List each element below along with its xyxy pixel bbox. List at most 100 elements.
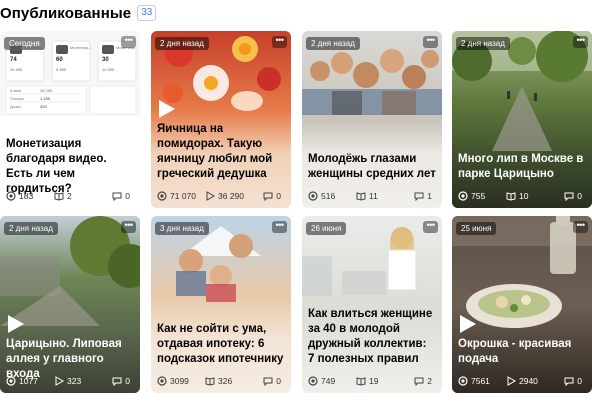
more-menu-button[interactable]: ••• bbox=[121, 36, 136, 48]
book-icon bbox=[506, 192, 516, 201]
book-icon bbox=[205, 377, 215, 386]
eye-icon bbox=[308, 191, 318, 201]
card-title[interactable]: Как не сойти с ума, отдавая ипотеку: 6 п… bbox=[157, 322, 285, 367]
card-title[interactable]: Как влиться женщине за 40 в молодой друж… bbox=[308, 307, 436, 367]
date-badge: 25 июня bbox=[456, 222, 497, 235]
card-title[interactable]: Много лип в Москве в парке Царицыно bbox=[458, 152, 586, 182]
article-card[interactable]: 3 дня назад ••• Как не сойти с ума, отда… bbox=[151, 216, 291, 393]
reads-count: 326 bbox=[218, 376, 233, 386]
comments-count: 2 bbox=[427, 376, 432, 386]
comment-icon bbox=[414, 377, 424, 386]
comments-count: 0 bbox=[276, 191, 281, 201]
card-stats: 516 11 1 bbox=[308, 189, 438, 203]
article-card[interactable]: 2 дня назад ••• Царицыно. Липовая аллея … bbox=[0, 216, 140, 393]
date-badge: Сегодня bbox=[4, 37, 45, 50]
card-stats: 1077 323 0 bbox=[6, 374, 136, 388]
article-card[interactable]: 25 июня ••• Окрошка - красивая подача 75… bbox=[452, 216, 592, 393]
reads-count: 19 bbox=[369, 376, 379, 386]
page-title: Опубликованные bbox=[0, 4, 132, 22]
next-row-peek bbox=[0, 397, 592, 402]
comments-count: 0 bbox=[577, 376, 582, 386]
comment-icon bbox=[564, 192, 574, 201]
date-badge: 2 дня назад bbox=[306, 37, 360, 50]
play-icon bbox=[8, 315, 24, 333]
reads-count: 2 bbox=[67, 191, 72, 201]
thumb-col-label: Монетиза... bbox=[70, 45, 92, 50]
card-stats: 183 2 0 bbox=[6, 189, 136, 203]
section-header: Опубликованные 33 bbox=[0, 3, 157, 23]
comment-icon bbox=[414, 192, 424, 201]
card-stats: 749 19 2 bbox=[308, 374, 438, 388]
comments-count: 0 bbox=[125, 376, 130, 386]
play-small-icon bbox=[206, 191, 215, 201]
date-badge: 2 дня назад bbox=[4, 222, 58, 235]
reads-count: 323 bbox=[67, 376, 82, 386]
more-menu-button[interactable]: ••• bbox=[573, 221, 588, 233]
article-card[interactable]: 2 дня назад ••• Яичница на помидорах. Та… bbox=[151, 31, 291, 208]
card-title[interactable]: Яичница на помидорах. Такую яичницу люби… bbox=[157, 122, 285, 182]
thumb-row-value: 1 190 bbox=[40, 96, 51, 101]
views-count: 3099 bbox=[170, 376, 189, 386]
date-badge: 2 дня назад bbox=[456, 37, 510, 50]
comment-icon bbox=[263, 377, 273, 386]
date-badge: 2 дня назад bbox=[155, 37, 209, 50]
comments-count: 0 bbox=[577, 191, 582, 201]
comment-icon bbox=[112, 192, 122, 201]
thumb-col-sub: 10 300 bbox=[102, 67, 115, 72]
thumb-row-value: 38 085 bbox=[40, 88, 53, 93]
more-menu-button[interactable]: ••• bbox=[423, 36, 438, 48]
eye-icon bbox=[308, 376, 318, 386]
more-menu-button[interactable]: ••• bbox=[573, 36, 588, 48]
eye-icon bbox=[157, 191, 167, 201]
views-count: 516 bbox=[321, 191, 336, 201]
book-icon bbox=[356, 377, 366, 386]
thumb-row-value: 420 bbox=[40, 104, 47, 109]
play-icon bbox=[159, 100, 175, 118]
comments-count: 0 bbox=[276, 376, 281, 386]
date-badge: 26 июня bbox=[306, 222, 347, 235]
thumb-row-key: Клики bbox=[10, 88, 21, 93]
card-title[interactable]: Монетизация благодаря видео. Есть ли чем… bbox=[6, 137, 134, 197]
views-count: 1077 bbox=[19, 376, 38, 386]
comments-count: 1 bbox=[427, 191, 432, 201]
card-title[interactable]: Молодёжь глазами женщины средних лет bbox=[308, 152, 436, 182]
book-icon bbox=[356, 192, 366, 201]
thumb-col-value: 74 bbox=[10, 57, 17, 63]
views-count: 71 070 bbox=[170, 191, 196, 201]
reads-count: 10 bbox=[519, 191, 529, 201]
card-stats: 7561 2940 0 bbox=[458, 374, 588, 388]
article-card[interactable]: Монетиза... 74 15 400 Монетиза... 60 9 4… bbox=[0, 31, 140, 208]
views-count: 749 bbox=[321, 376, 336, 386]
comment-icon bbox=[564, 377, 574, 386]
thumb-col-sub: 15 400 bbox=[10, 67, 23, 72]
article-card[interactable]: 2 дня назад ••• Молодёжь глазами женщины… bbox=[302, 31, 442, 208]
card-stats: 3099 326 0 bbox=[157, 374, 287, 388]
reads-count: 36 290 bbox=[218, 191, 244, 201]
card-title[interactable]: Окрошка - красивая подача bbox=[458, 337, 586, 367]
comment-icon bbox=[263, 192, 273, 201]
thumb-row-key: Дочит. bbox=[10, 104, 22, 109]
views-count: 755 bbox=[471, 191, 486, 201]
article-card[interactable]: 2 дня назад ••• Много лип в Москве в пар… bbox=[452, 31, 592, 208]
more-menu-button[interactable]: ••• bbox=[121, 221, 136, 233]
published-count-badge: 33 bbox=[137, 5, 157, 21]
article-card[interactable]: 26 июня ••• Как влиться женщине за 40 в … bbox=[302, 216, 442, 393]
thumb-col-sub: 9 480 bbox=[56, 67, 67, 72]
thumb-col-value: 60 bbox=[56, 57, 63, 63]
more-menu-button[interactable]: ••• bbox=[272, 221, 287, 233]
eye-icon bbox=[458, 191, 468, 201]
play-small-icon bbox=[55, 376, 64, 386]
thumb-col-value: 30 bbox=[102, 57, 109, 63]
eye-icon bbox=[458, 376, 468, 386]
eye-icon bbox=[6, 376, 16, 386]
views-count: 183 bbox=[19, 191, 34, 201]
card-stats: 755 10 0 bbox=[458, 189, 588, 203]
reads-count: 2940 bbox=[519, 376, 538, 386]
play-icon bbox=[460, 315, 476, 333]
more-menu-button[interactable]: ••• bbox=[423, 221, 438, 233]
more-menu-button[interactable]: ••• bbox=[272, 36, 287, 48]
card-stats: 71 070 36 290 0 bbox=[157, 189, 287, 203]
eye-icon bbox=[157, 376, 167, 386]
eye-icon bbox=[6, 191, 16, 201]
reads-count: 11 bbox=[369, 191, 378, 201]
